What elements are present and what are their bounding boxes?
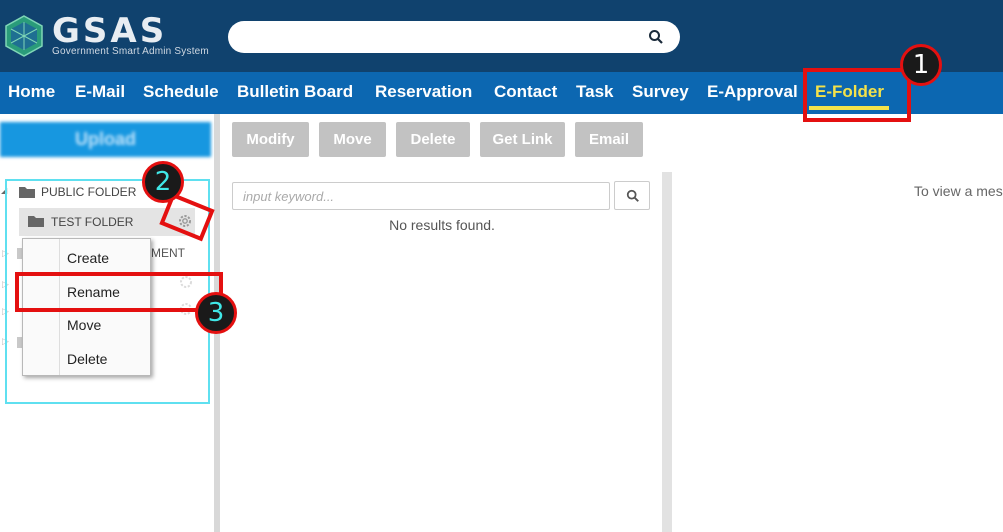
annotation-highlight-rename xyxy=(15,272,223,312)
menu-create[interactable]: Create xyxy=(67,249,109,267)
logo-text: GSAS xyxy=(52,11,168,51)
nav-survey[interactable]: Survey xyxy=(632,81,689,103)
gsas-logo[interactable]: GSAS Government Smart Admin System xyxy=(2,11,209,62)
nav-contact[interactable]: Contact xyxy=(494,81,557,103)
annotation-badge-3: 3 xyxy=(195,292,237,334)
logo-subtitle: Government Smart Admin System xyxy=(52,46,209,57)
modify-button[interactable]: Modify xyxy=(232,122,309,157)
top-header: GSAS Government Smart Admin System xyxy=(0,0,1003,72)
menu-delete[interactable]: Delete xyxy=(67,350,107,368)
annotation-badge-1: 1 xyxy=(900,44,942,86)
logo-hexagon-icon xyxy=(5,15,43,57)
annotation-highlight-efolder xyxy=(803,68,911,122)
get-link-button[interactable]: Get Link xyxy=(480,122,565,157)
viewer-placeholder-message: To view a mes xyxy=(914,183,1003,199)
empty-list-message: No results found. xyxy=(389,217,495,233)
nav-home[interactable]: Home xyxy=(8,81,55,103)
list-splitter[interactable] xyxy=(662,172,672,532)
nav-reservation[interactable]: Reservation xyxy=(375,81,472,103)
move-button[interactable]: Move xyxy=(319,122,386,157)
keyword-search-button[interactable] xyxy=(614,181,650,210)
nav-task[interactable]: Task xyxy=(576,81,614,103)
nav-e-approval[interactable]: E-Approval xyxy=(707,81,798,103)
search-icon[interactable] xyxy=(648,29,664,45)
nav-email[interactable]: E-Mail xyxy=(75,81,125,103)
global-search-input[interactable] xyxy=(228,21,680,53)
search-icon xyxy=(626,189,639,202)
efolder-screen: GSAS Government Smart Admin System Home … xyxy=(0,0,1003,532)
nav-schedule[interactable]: Schedule xyxy=(143,81,219,103)
keyword-search-input[interactable] xyxy=(232,182,610,210)
email-button[interactable]: Email xyxy=(575,122,643,157)
nav-bulletin-board[interactable]: Bulletin Board xyxy=(237,81,353,103)
menu-move[interactable]: Move xyxy=(67,316,101,334)
upload-button[interactable]: Upload xyxy=(0,122,211,157)
annotation-badge-2: 2 xyxy=(142,161,184,203)
delete-button[interactable]: Delete xyxy=(396,122,470,157)
